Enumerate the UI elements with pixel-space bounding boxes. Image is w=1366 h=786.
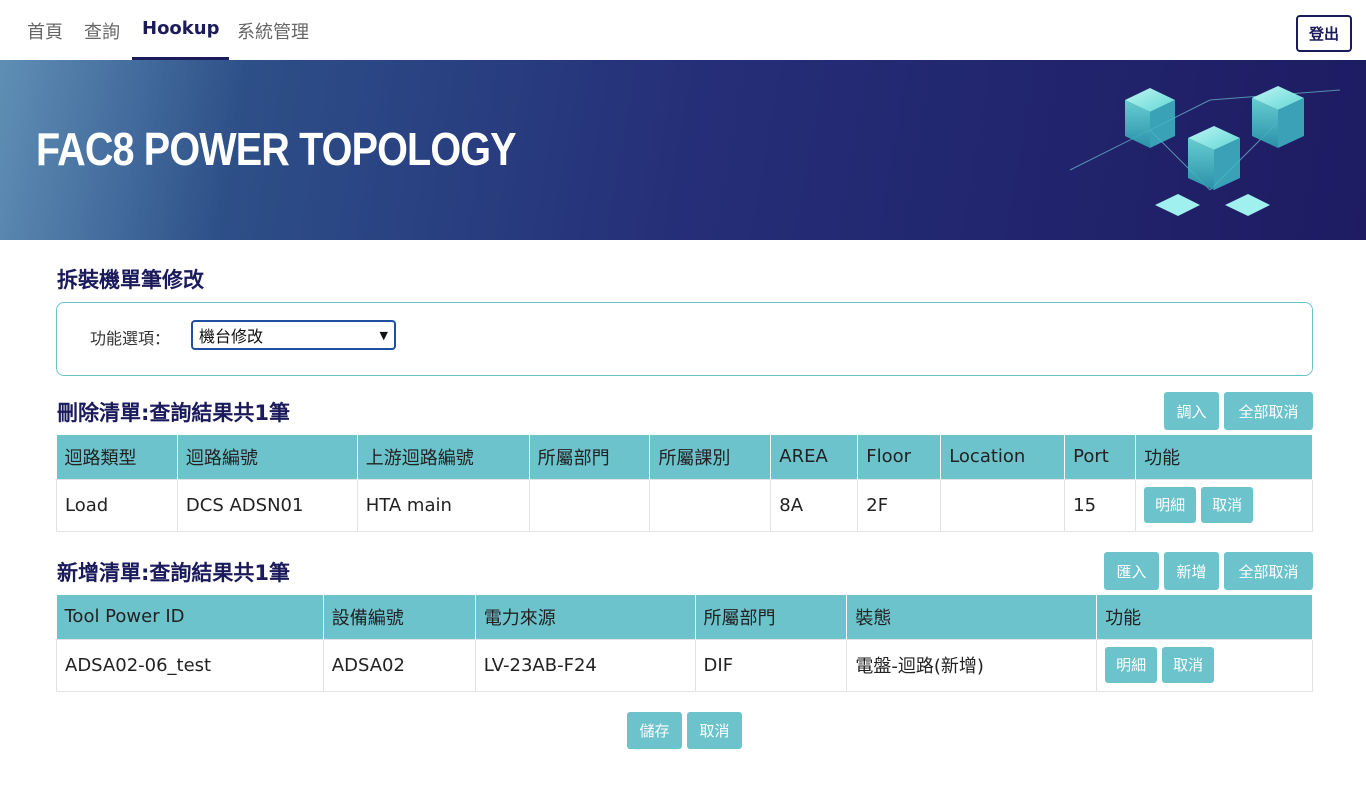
table-header-row: 迴路類型 迴路編號 上游迴路編號 所屬部門 所屬課別 AREA Floor Lo… xyxy=(56,435,1313,479)
cell-floor: 2F xyxy=(857,478,942,532)
column-header: 迴路類型 xyxy=(56,435,178,479)
table-header-row: Tool Power ID 設備編號 電力來源 所屬部門 裝態 功能 xyxy=(56,595,1313,639)
cell-power-source: LV-23AB-F24 xyxy=(474,638,696,692)
function-option-label: 功能選項： xyxy=(90,329,171,348)
column-header: 迴路編號 xyxy=(177,435,358,479)
top-nav: 首頁 查詢 Hookup 系統管理 登出 xyxy=(0,0,1366,60)
cell-actions: 明細 取消 xyxy=(1135,478,1313,532)
server-cubes-illustration xyxy=(1069,86,1341,216)
column-header: 上游迴路編號 xyxy=(357,435,530,479)
column-header: 功能 xyxy=(1135,435,1313,479)
cell-area: 8A xyxy=(770,478,859,532)
nav-home[interactable]: 首頁 xyxy=(27,18,63,60)
column-header: AREA xyxy=(770,435,859,479)
add-import-button[interactable]: 匯入 xyxy=(1104,552,1159,590)
detail-button[interactable]: 明細 xyxy=(1144,487,1197,523)
delete-import-button[interactable]: 調入 xyxy=(1164,392,1219,430)
cancel-button[interactable]: 取消 xyxy=(687,712,742,749)
logout-button[interactable]: 登出 xyxy=(1296,15,1352,52)
add-list-title: 新增清單:查詢結果共1筆 xyxy=(57,561,291,585)
cell-section xyxy=(649,478,772,532)
function-option-select[interactable]: 機台修改 ▼ xyxy=(191,320,396,350)
detail-button[interactable]: 明細 xyxy=(1105,647,1158,683)
column-header: 所屬部門 xyxy=(529,435,651,479)
cell-upstream-circuit: HTA main xyxy=(356,478,530,532)
column-header: 所屬課別 xyxy=(649,435,772,479)
delete-list-title: 刪除清單:查詢結果共1筆 xyxy=(57,401,291,425)
delete-cancel-all-button[interactable]: 全部取消 xyxy=(1224,392,1313,430)
column-header: Tool Power ID xyxy=(56,595,324,639)
page-title: 拆裝機單筆修改 xyxy=(57,268,204,292)
row-cancel-button[interactable]: 取消 xyxy=(1162,647,1215,683)
cell-actions: 明細 取消 xyxy=(1096,638,1313,692)
delete-list-table: 迴路類型 迴路編號 上游迴路編號 所屬部門 所屬課別 AREA Floor Lo… xyxy=(56,435,1313,532)
cell-equipment-number: ADSA02 xyxy=(322,638,476,692)
banner-title: FAC8 POWER TOPOLOGY xyxy=(36,123,517,175)
cell-department: DIF xyxy=(694,638,848,692)
column-header: 功能 xyxy=(1096,595,1313,639)
cell-tool-power-id: ADSA02-06_test xyxy=(56,638,324,692)
nav-system-admin[interactable]: 系統管理 xyxy=(237,18,309,60)
table-row: ADSA02-06_test ADSA02 LV-23AB-F24 DIF 電盤… xyxy=(56,638,1313,692)
save-button[interactable]: 儲存 xyxy=(627,712,682,749)
column-header: Port xyxy=(1064,435,1137,479)
column-header: 設備編號 xyxy=(323,595,476,639)
cell-circuit-number: DCS ADSN01 xyxy=(176,478,358,532)
cell-department xyxy=(528,478,651,532)
add-cancel-all-button[interactable]: 全部取消 xyxy=(1224,552,1313,590)
column-header: Location xyxy=(940,435,1066,479)
nav-query[interactable]: 查詢 xyxy=(84,18,120,60)
add-list-table: Tool Power ID 設備編號 電力來源 所屬部門 裝態 功能 ADSA0… xyxy=(56,595,1313,692)
add-new-button[interactable]: 新增 xyxy=(1164,552,1219,590)
cell-status: 電盤-迴路(新增) xyxy=(846,638,1098,692)
row-cancel-button[interactable]: 取消 xyxy=(1201,487,1254,523)
chevron-down-icon: ▼ xyxy=(379,328,388,342)
banner: FAC8 POWER TOPOLOGY xyxy=(0,60,1366,240)
table-row: Load DCS ADSN01 HTA main 8A 2F 15 明細 取消 xyxy=(56,478,1313,532)
cell-port: 15 xyxy=(1064,478,1137,532)
column-header: Floor xyxy=(857,435,942,479)
cell-location xyxy=(940,478,1066,532)
column-header: 所屬部門 xyxy=(695,595,848,639)
nav-hookup[interactable]: Hookup xyxy=(132,18,230,60)
cell-circuit-type: Load xyxy=(56,478,178,532)
function-option-value: 機台修改 xyxy=(199,327,264,346)
column-header: 裝態 xyxy=(846,595,1098,639)
column-header: 電力來源 xyxy=(475,595,696,639)
